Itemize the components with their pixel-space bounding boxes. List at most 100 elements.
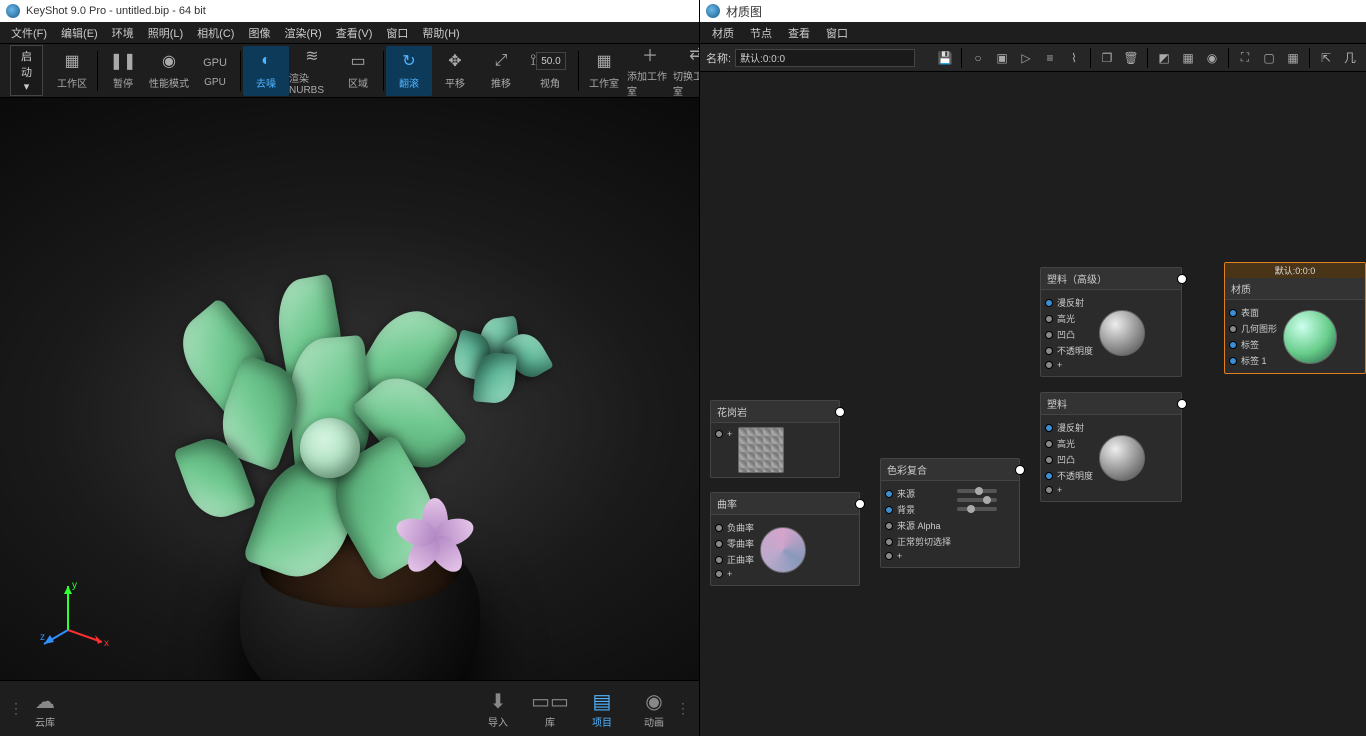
node-color-composite[interactable]: 色彩复合 来源背景来源 Alpha正常剪切选择+	[880, 458, 1020, 568]
app-title: KeyShot 9.0 Pro - untitled.bip - 64 bit	[26, 5, 206, 17]
node-input[interactable]: 表面	[1229, 306, 1277, 319]
grid-icon[interactable]: ▦	[1283, 48, 1303, 68]
node-input[interactable]: 标签 1	[1229, 354, 1277, 367]
node-texture-icon[interactable]: ▦	[1178, 48, 1198, 68]
material-thumb-icon	[1283, 310, 1337, 364]
menu-item[interactable]: 材质	[704, 25, 742, 41]
node-input[interactable]: +	[1045, 485, 1093, 495]
tool-去噪[interactable]: ◐去噪	[243, 46, 289, 96]
tool-翻滚[interactable]: ↻翻滚	[386, 46, 432, 96]
node-input[interactable]: +	[1045, 360, 1093, 370]
node-input[interactable]: 不透明度	[1045, 469, 1093, 482]
menu-item[interactable]: 窗口	[818, 25, 856, 41]
material-name-input[interactable]	[735, 49, 915, 67]
copy-icon[interactable]: ❐	[1097, 48, 1117, 68]
menu-item[interactable]: 文件(F)	[4, 25, 54, 41]
menu-item[interactable]: 帮助(H)	[415, 25, 466, 41]
menu-item[interactable]: 编辑(E)	[54, 25, 105, 41]
node-utility-icon[interactable]: ◉	[1202, 48, 1222, 68]
curvature-thumb-icon	[760, 527, 806, 573]
main-menubar[interactable]: 文件(F)编辑(E)环境照明(L)相机(C)图像渲染(R)查看(V)窗口帮助(H…	[0, 22, 699, 44]
save-icon[interactable]: 💾	[935, 48, 955, 68]
panel-动画[interactable]: ◉动画	[633, 684, 675, 733]
frame-icon[interactable]: ▢	[1259, 48, 1279, 68]
material-graph-title: 材质图	[726, 3, 762, 20]
launch-button[interactable]: 启动 ▾	[10, 45, 43, 96]
tool-GPU[interactable]: GPUGPU	[192, 46, 238, 96]
menu-item[interactable]: 渲染(R)	[277, 25, 328, 41]
node-input[interactable]: 漫反射	[1045, 421, 1093, 434]
node-input[interactable]: 正曲率	[715, 553, 754, 566]
menu-item[interactable]: 窗口	[379, 25, 415, 41]
keyshot-icon	[706, 4, 720, 18]
search-icon[interactable]: ○	[968, 48, 988, 68]
play-icon[interactable]: ▷	[1016, 48, 1036, 68]
node-input[interactable]: 来源 Alpha	[885, 519, 951, 532]
plastic-thumb-icon	[1099, 435, 1145, 481]
tool-工作区[interactable]: ▦工作区	[49, 46, 95, 96]
node-granite[interactable]: 花岗岩 +	[710, 400, 840, 478]
material-menubar[interactable]: 材质节点查看窗口	[700, 22, 1366, 44]
plastic-adv-thumb-icon	[1099, 310, 1145, 356]
settings-icon[interactable]: ≡	[1040, 48, 1060, 68]
tool-视角[interactable]: ⟟50.0视角	[524, 46, 576, 96]
node-wires	[700, 72, 1000, 222]
node-input[interactable]: +	[715, 429, 732, 439]
geometry-icon[interactable]: 几	[1340, 48, 1360, 68]
node-curvature[interactable]: 曲率 负曲率零曲率正曲率+	[710, 492, 860, 586]
node-input[interactable]: 背景	[885, 503, 951, 516]
tool-性能模式[interactable]: ◉性能模式	[146, 46, 192, 96]
node-input[interactable]: 不透明度	[1045, 344, 1093, 357]
svg-text:y: y	[72, 580, 77, 591]
node-input[interactable]: 负曲率	[715, 521, 754, 534]
node-input[interactable]: +	[885, 551, 951, 561]
fit-icon[interactable]: ▣	[992, 48, 1012, 68]
node-graph-canvas[interactable]: 花岗岩 + 曲率 负曲率零曲率正曲率+ 色彩复合 来源背景来源 Alpha正常剪…	[700, 72, 1366, 736]
menu-item[interactable]: 节点	[742, 25, 780, 41]
panel-left-arrow-icon[interactable]: ⋮	[8, 700, 24, 717]
node-material-output[interactable]: 默认:0:0:0 材质 表面几何图形标签标签 1	[1224, 262, 1366, 374]
node-input[interactable]: 来源	[885, 487, 951, 500]
node-input[interactable]: 漫反射	[1045, 296, 1093, 309]
node-input[interactable]: 零曲率	[715, 537, 754, 550]
tool-区域[interactable]: ▭区域	[335, 46, 381, 96]
node-input[interactable]: 凹凸	[1045, 453, 1093, 466]
panel-库[interactable]: ▭▭库	[529, 684, 571, 733]
svg-text:z: z	[40, 632, 45, 643]
expand-icon[interactable]: ⛶	[1235, 48, 1255, 68]
node-input[interactable]: +	[715, 569, 754, 579]
delete-icon[interactable]: 🗑	[1121, 48, 1141, 68]
tool-渲染 NURBS[interactable]: ≋渲染 NURBS	[289, 46, 335, 96]
menu-item[interactable]: 环境	[105, 25, 141, 41]
tool-平移[interactable]: ✥平移	[432, 46, 478, 96]
node-plastic[interactable]: 塑料 漫反射高光凹凸不透明度+	[1040, 392, 1182, 502]
node-plastic-advanced[interactable]: 塑料（高级） 漫反射高光凹凸不透明度+	[1040, 267, 1182, 377]
node-input[interactable]: 正常剪切选择	[885, 535, 951, 548]
tool-推移[interactable]: ⤢推移	[478, 46, 524, 96]
tool-工作室[interactable]: ▦工作室	[581, 46, 627, 96]
axis-gizmo[interactable]: x y z	[40, 580, 110, 650]
node-input[interactable]: 几何图形	[1229, 322, 1277, 335]
render-viewport[interactable]: x y z	[0, 98, 699, 680]
tool-添加工作室[interactable]: ＋添加工作室	[627, 46, 673, 96]
node-input[interactable]: 凹凸	[1045, 328, 1093, 341]
menu-item[interactable]: 相机(C)	[190, 25, 241, 41]
node-material-icon[interactable]: ◩	[1154, 48, 1174, 68]
granite-thumb-icon	[738, 427, 784, 473]
menu-item[interactable]: 查看	[780, 25, 818, 41]
tool-暂停[interactable]: ❚❚暂停	[100, 46, 146, 96]
panel-项目[interactable]: ▤项目	[581, 684, 623, 733]
rendered-flower	[400, 498, 470, 568]
panel-导入[interactable]: ⬇导入	[477, 684, 519, 733]
rendered-small-succulent	[450, 308, 560, 408]
node-input[interactable]: 标签	[1229, 338, 1277, 351]
node-input[interactable]: 高光	[1045, 312, 1093, 325]
node-input[interactable]: 高光	[1045, 437, 1093, 450]
menu-item[interactable]: 查看(V)	[329, 25, 380, 41]
panel-云库[interactable]: ☁云库	[24, 684, 66, 733]
tree-icon[interactable]: ⌇	[1064, 48, 1084, 68]
menu-item[interactable]: 图像	[241, 25, 277, 41]
share-icon[interactable]: ⇱	[1316, 48, 1336, 68]
panel-right-arrow-icon[interactable]: ⋮	[675, 700, 691, 717]
menu-item[interactable]: 照明(L)	[141, 25, 190, 41]
